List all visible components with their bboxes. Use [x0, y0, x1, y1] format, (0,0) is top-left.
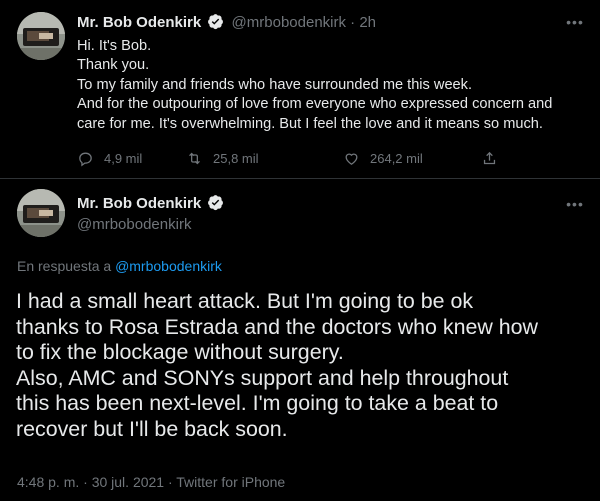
tweet-actions: 4,9 mil 25,8 mil 264,2 mil — [77, 148, 517, 168]
more-dots-icon[interactable]: ••• — [566, 14, 584, 30]
separator: · — [346, 14, 360, 31]
verified-badge-icon — [208, 195, 224, 211]
retweet-count: 25,8 mil — [213, 150, 259, 166]
reply-button[interactable]: 4,9 mil — [77, 148, 142, 168]
tweet-line: care for me. It's overwhelming. But I fe… — [77, 115, 543, 132]
tweet-line: Hi. It's Bob. — [77, 38, 152, 54]
tweet-header: Mr. Bob Odenkirk @mrbobodenkirk · 2h — [77, 13, 376, 33]
reply-count: 4,9 mil — [104, 150, 143, 166]
tweet-line: Thank you. — [77, 57, 150, 74]
verified-badge-icon — [208, 14, 224, 30]
author-name-row: Mr. Bob Odenkirk — [77, 194, 227, 214]
reply-context: En respuesta a @mrbobodenkirk — [17, 258, 222, 274]
like-button[interactable]: 264,2 mil — [343, 148, 423, 168]
reply-prefix: En respuesta a — [17, 258, 116, 274]
tweet-line: I had a small heart attack. But I'm goin… — [16, 289, 474, 313]
tweet-text: I had a small heart attack. But I'm goin… — [16, 289, 586, 442]
tweet-line: thanks to Rosa Estrada and the doctors w… — [16, 314, 538, 339]
tweet-divider — [0, 178, 600, 179]
like-count: 264,2 mil — [370, 150, 423, 166]
tweet-line: to fix the blockage without surgery. — [16, 340, 344, 364]
tweet-line: To my family and friends who have surrou… — [77, 76, 473, 93]
share-icon — [483, 151, 496, 164]
reply-icon — [79, 152, 92, 167]
tweet-text: Hi. It's Bob. Thank you. To my family an… — [77, 37, 587, 134]
timestamp[interactable]: 4:48 p. m. · 30 jul. 2021 · — [17, 474, 176, 490]
author-name[interactable]: Mr. Bob Odenkirk — [77, 195, 201, 212]
more-dots-icon[interactable]: ••• — [566, 196, 584, 212]
avatar[interactable] — [17, 12, 65, 60]
tweet-line: this has been next-level. I'm going to t… — [16, 391, 499, 415]
avatar[interactable] — [17, 189, 65, 237]
retweet-button[interactable]: 25,8 mil — [186, 148, 259, 168]
reply-handle-link[interactable]: @mrbobodenkirk — [115, 258, 222, 274]
tweet-line: Also, AMC and SONYs support and help thr… — [16, 365, 509, 390]
retweet-icon — [189, 152, 200, 164]
author-handle[interactable]: @mrbobodenkirk — [77, 215, 191, 235]
tweet-time[interactable]: 2h — [359, 14, 376, 31]
share-button[interactable] — [481, 148, 508, 168]
author-handle[interactable]: @mrbobodenkirk — [232, 14, 346, 31]
tweet-line: And for the outpouring of love from ever… — [77, 96, 553, 113]
tweet-line: recover but I'll be back soon. — [16, 416, 288, 441]
source-label[interactable]: Twitter for iPhone — [176, 474, 285, 490]
tweet-metadata: 4:48 p. m. · 30 jul. 2021 · Twitter for … — [17, 474, 285, 490]
tweet-1[interactable]: Mr. Bob Odenkirk @mrbobodenkirk · 2h •••… — [0, 0, 600, 178]
heart-icon — [345, 153, 358, 165]
author-name[interactable]: Mr. Bob Odenkirk — [77, 14, 201, 31]
